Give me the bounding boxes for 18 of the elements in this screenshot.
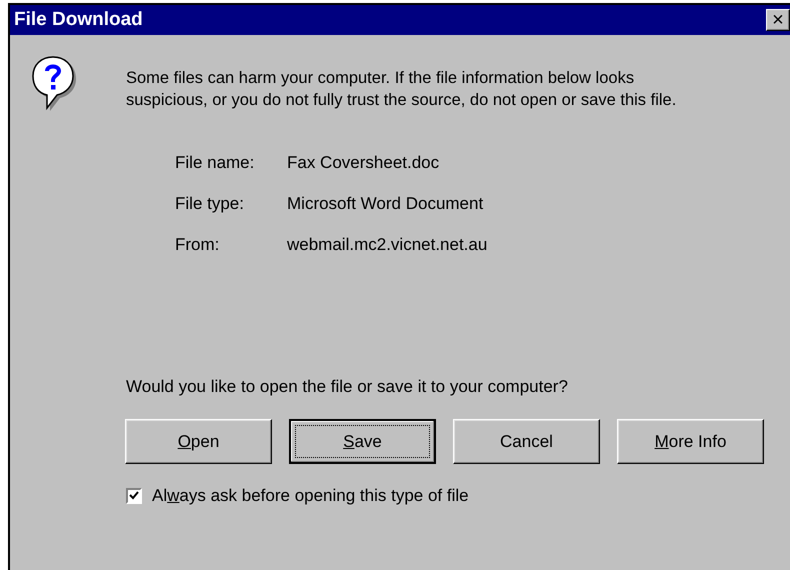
- checkbox-label: Always ask before opening this type of file: [152, 486, 469, 506]
- checkbox[interactable]: [126, 488, 142, 504]
- dialog-button[interactable]: Save: [289, 419, 436, 464]
- info-value: Fax Coversheet.doc: [287, 153, 440, 173]
- info-value: webmail.mc2.vicnet.net.au: [287, 235, 488, 255]
- dialog-button[interactable]: Cancel: [453, 419, 600, 464]
- close-button[interactable]: ×: [766, 9, 790, 31]
- dialog-button[interactable]: Open: [125, 419, 272, 464]
- dialog-button[interactable]: More Info: [617, 419, 764, 464]
- warning-text: Some files can harm your computer. If the file information below looks suspicious, or you do not fully trust the source, do not open or save this file.: [126, 68, 678, 111]
- question-text: Would you like to open the file or save it to your computer?: [126, 377, 569, 397]
- window-title: File Download: [14, 9, 143, 31]
- info-value: Microsoft Word Document: [287, 194, 484, 214]
- info-label: File type:: [175, 194, 245, 214]
- question-bubble-icon: [32, 55, 78, 113]
- info-label: File name:: [175, 153, 256, 173]
- info-label: From:: [175, 235, 220, 255]
- checkmark-icon: [129, 491, 139, 501]
